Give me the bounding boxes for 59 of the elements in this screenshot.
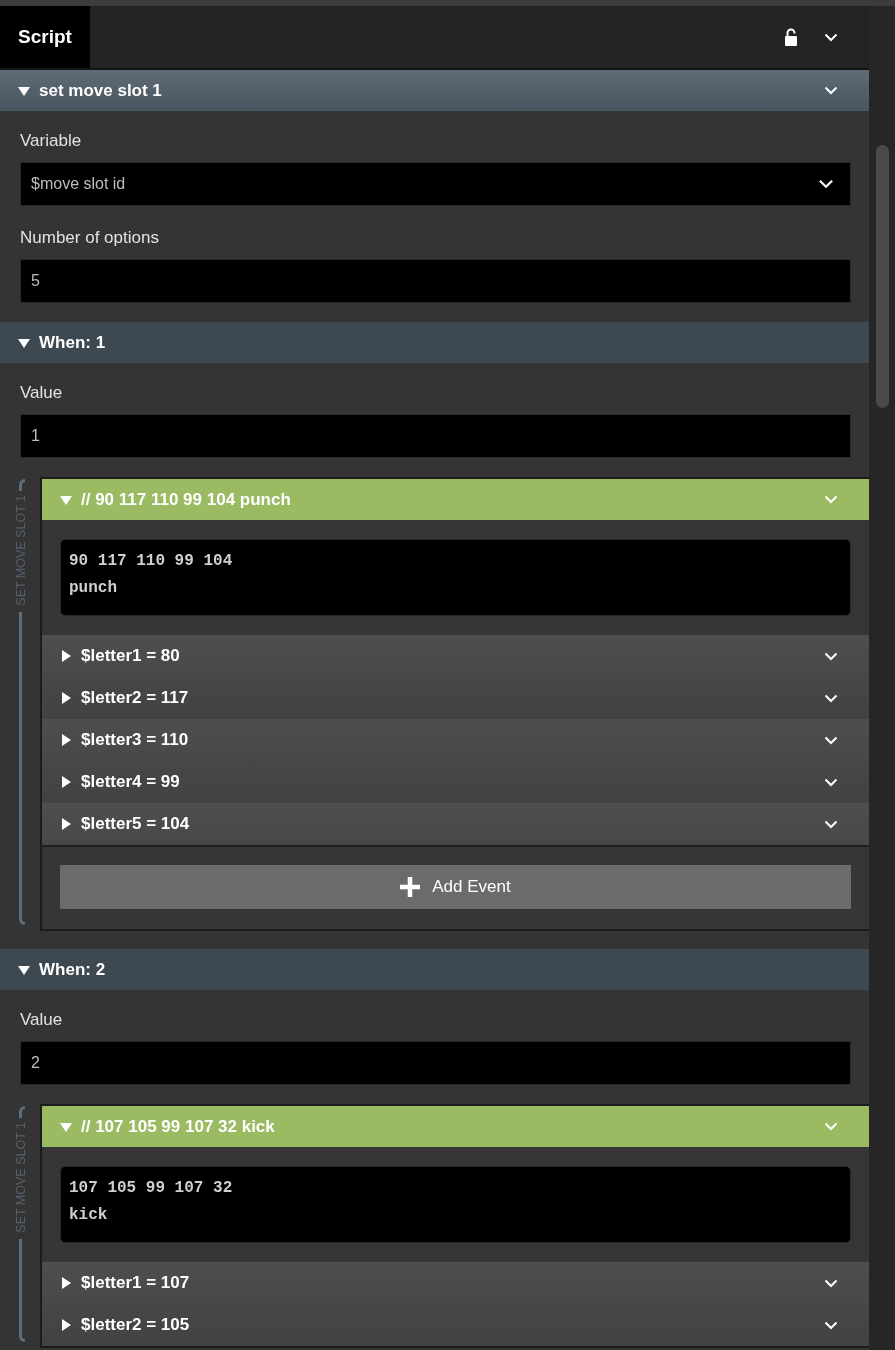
- event-label: $letter4 = 99: [81, 772, 180, 792]
- case-header[interactable]: When: 2: [0, 949, 869, 990]
- text-field[interactable]: 5: [20, 259, 851, 303]
- scrollbar-thumb[interactable]: [875, 145, 889, 408]
- caret-right-icon[interactable]: [60, 1277, 72, 1289]
- chevron-down-icon[interactable]: [824, 735, 838, 745]
- caret-right-icon[interactable]: [60, 776, 72, 788]
- case-title: When: 1: [39, 332, 106, 353]
- event-row[interactable]: $letter4 = 99: [42, 761, 869, 803]
- event-label: $letter2 = 105: [81, 1315, 190, 1335]
- event-label: $letter1 = 80: [81, 646, 180, 666]
- field-label: Value: [20, 382, 64, 404]
- chevron-down-icon[interactable]: [824, 693, 838, 703]
- add-event-button[interactable]: Add Event: [60, 865, 851, 909]
- bracket-cap-icon: [19, 1106, 25, 1118]
- event-label: $letter2 = 117: [81, 688, 189, 708]
- section-title: set move slot 1: [39, 80, 162, 101]
- section-header[interactable]: set move slot 1: [0, 70, 869, 111]
- chevron-down-icon[interactable]: [824, 777, 838, 787]
- chevron-down-icon[interactable]: [824, 819, 838, 829]
- padlock-open-icon[interactable]: [784, 28, 798, 46]
- field-label: Variable: [20, 130, 83, 152]
- event-row[interactable]: $letter2 = 105: [42, 1304, 869, 1346]
- caret-right-icon[interactable]: [60, 1319, 72, 1331]
- caret-right-icon[interactable]: [60, 818, 72, 830]
- caret-down-icon[interactable]: [18, 336, 30, 349]
- comment-title: // 90 117 110 99 104 punch: [81, 489, 291, 510]
- caret-down-icon[interactable]: [18, 963, 30, 976]
- case-header[interactable]: When: 1: [0, 322, 869, 363]
- caret-right-icon[interactable]: [60, 734, 72, 746]
- text-field[interactable]: 1: [20, 414, 851, 458]
- chevron-down-icon[interactable]: [824, 32, 838, 42]
- event-row[interactable]: $letter5 = 104: [42, 803, 869, 845]
- bracket-cap-icon: [19, 479, 25, 491]
- event-label: $letter3 = 110: [81, 730, 189, 750]
- code-text-area[interactable]: 107 105 99 107 32 kick: [60, 1166, 851, 1243]
- script-tab[interactable]: Script: [0, 6, 90, 68]
- field-label: Number of options: [20, 227, 160, 249]
- chevron-down-icon[interactable]: [824, 1278, 838, 1288]
- code-text-area[interactable]: 90 117 110 99 104 punch: [60, 539, 851, 616]
- caret-right-icon[interactable]: [60, 650, 72, 662]
- chevron-down-icon: [818, 179, 834, 189]
- chevron-down-icon[interactable]: [824, 86, 838, 95]
- event-label: $letter5 = 104: [81, 814, 190, 834]
- chevron-down-icon[interactable]: [824, 651, 838, 661]
- event-row[interactable]: $letter3 = 110: [42, 719, 869, 761]
- caret-right-icon[interactable]: [60, 692, 72, 704]
- event-row[interactable]: $letter1 = 107: [42, 1262, 869, 1304]
- caret-down-icon[interactable]: [18, 84, 30, 97]
- case-title: When: 2: [39, 959, 106, 980]
- plus-icon: [400, 877, 421, 897]
- dropdown-field[interactable]: $move slot id: [20, 162, 851, 206]
- event-row[interactable]: $letter2 = 117: [42, 677, 869, 719]
- field-label: Value: [20, 1009, 64, 1031]
- event-row[interactable]: $letter1 = 80: [42, 635, 869, 677]
- comment-title: // 107 105 99 107 32 kick: [81, 1116, 275, 1137]
- text-field[interactable]: 2: [20, 1041, 851, 1085]
- event-label: $letter1 = 107: [81, 1273, 190, 1293]
- chevron-down-icon[interactable]: [824, 1320, 838, 1330]
